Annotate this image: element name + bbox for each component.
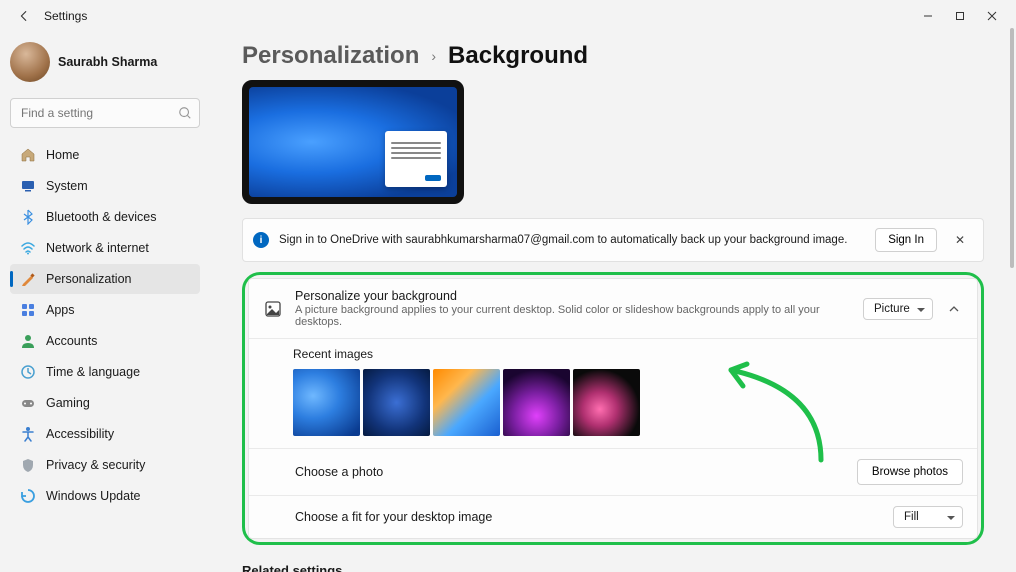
nav-label: Accessibility (46, 427, 114, 441)
personalize-row: Personalize your background A picture ba… (249, 279, 977, 338)
user-profile[interactable]: Saurabh Sharma (10, 38, 200, 92)
nav-label: Accounts (46, 334, 97, 348)
nav-label: Time & language (46, 365, 140, 379)
recent-thumb[interactable] (363, 369, 430, 436)
minimize-button[interactable] (912, 2, 944, 30)
nav-label: Home (46, 148, 79, 162)
gaming-icon (20, 395, 36, 411)
search-input[interactable] (10, 98, 200, 128)
nav-accounts[interactable]: Accounts (10, 326, 200, 356)
onedrive-notice: i Sign in to OneDrive with saurabhkumars… (242, 218, 984, 262)
background-settings-card: Personalize your background A picture ba… (248, 278, 978, 539)
nav-bluetooth[interactable]: Bluetooth & devices (10, 202, 200, 232)
nav-label: Windows Update (46, 489, 141, 503)
recent-thumb[interactable] (293, 369, 360, 436)
main-content: Personalization › Background i Sign in t… (210, 32, 1016, 572)
time-icon (20, 364, 36, 380)
system-icon (20, 178, 36, 194)
nav-apps[interactable]: Apps (10, 295, 200, 325)
nav-gaming[interactable]: Gaming (10, 388, 200, 418)
nav-list: Home System Bluetooth & devices Network … (10, 140, 200, 511)
nav-label: Network & internet (46, 241, 149, 255)
search-box (10, 98, 200, 128)
notice-text: Sign in to OneDrive with saurabhkumarsha… (279, 234, 865, 246)
choose-photo-label: Choose a photo (295, 465, 845, 479)
nav-privacy[interactable]: Privacy & security (10, 450, 200, 480)
update-icon (20, 488, 36, 504)
recent-thumb[interactable] (573, 369, 640, 436)
nav-label: Privacy & security (46, 458, 145, 472)
recent-thumbs (293, 369, 963, 436)
page-title: Background (448, 42, 588, 70)
sidebar: Saurabh Sharma Home System Bluetooth & d… (0, 32, 210, 572)
titlebar: Settings (0, 0, 1016, 32)
bluetooth-icon (20, 209, 36, 225)
maximize-button[interactable] (944, 2, 976, 30)
search-icon (178, 106, 192, 120)
nav-accessibility[interactable]: Accessibility (10, 419, 200, 449)
nav-personalization[interactable]: Personalization (10, 264, 200, 294)
breadcrumb-parent[interactable]: Personalization (242, 42, 419, 70)
fit-select[interactable]: Fill (893, 506, 963, 528)
user-name: Saurabh Sharma (58, 55, 157, 69)
window-title: Settings (44, 9, 87, 23)
accounts-icon (20, 333, 36, 349)
recent-thumb[interactable] (503, 369, 570, 436)
nav-network[interactable]: Network & internet (10, 233, 200, 263)
browse-photos-button[interactable]: Browse photos (857, 459, 963, 485)
recent-images-section: Recent images (249, 339, 977, 448)
home-icon (20, 147, 36, 163)
personalization-icon (20, 271, 36, 287)
apps-icon (20, 302, 36, 318)
sign-in-button[interactable]: Sign In (875, 228, 937, 252)
choose-photo-row: Choose a photo Browse photos (249, 449, 977, 495)
chevron-right-icon: › (431, 48, 436, 64)
expand-toggle[interactable] (945, 300, 963, 318)
dismiss-notice-button[interactable]: ✕ (947, 227, 973, 253)
nav-system[interactable]: System (10, 171, 200, 201)
accessibility-icon (20, 426, 36, 442)
fit-row: Choose a fit for your desktop image Fill (249, 496, 977, 538)
recent-thumb[interactable] (433, 369, 500, 436)
nav-label: Gaming (46, 396, 90, 410)
desktop-preview (242, 80, 464, 204)
wifi-icon (20, 240, 36, 256)
nav-label: Personalization (46, 272, 131, 286)
background-type-select[interactable]: Picture (863, 298, 933, 320)
nav-time[interactable]: Time & language (10, 357, 200, 387)
breadcrumb: Personalization › Background (242, 42, 984, 70)
related-settings-title: Related settings (242, 563, 984, 572)
nav-label: System (46, 179, 88, 193)
close-button[interactable] (976, 2, 1008, 30)
nav-label: Bluetooth & devices (46, 210, 157, 224)
nav-update[interactable]: Windows Update (10, 481, 200, 511)
personalize-title: Personalize your background (295, 289, 851, 303)
info-icon: i (253, 232, 269, 248)
nav-home[interactable]: Home (10, 140, 200, 170)
fit-label: Choose a fit for your desktop image (295, 510, 881, 524)
scrollbar[interactable] (1010, 28, 1014, 268)
annotation-highlight: Personalize your background A picture ba… (242, 272, 984, 545)
avatar (10, 42, 50, 82)
image-icon (263, 299, 283, 319)
back-button[interactable] (8, 0, 40, 32)
nav-label: Apps (46, 303, 75, 317)
recent-label: Recent images (293, 347, 963, 361)
personalize-desc: A picture background applies to your cur… (295, 304, 851, 328)
privacy-icon (20, 457, 36, 473)
